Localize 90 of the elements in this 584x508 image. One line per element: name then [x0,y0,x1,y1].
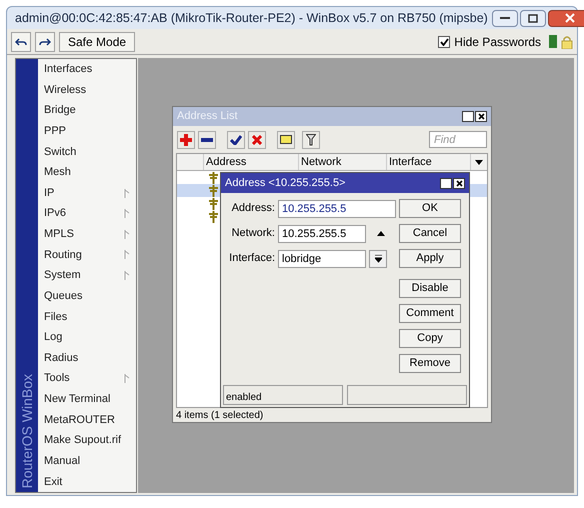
maximize-button[interactable] [520,10,546,26]
menu-item[interactable]: Manual [38,450,136,472]
address-icon [208,184,219,196]
remove-button[interactable] [198,130,216,148]
maximize-button[interactable] [462,111,474,122]
column-header[interactable]: Network [299,154,387,170]
menu-item[interactable]: Mesh [38,162,136,183]
minimize-button[interactable] [492,10,518,26]
field-label: Address: [230,201,275,216]
input-field[interactable]: 10.255.255.5 [278,200,396,218]
menu-item[interactable]: Interfaces [38,59,136,80]
address-icon [208,210,219,222]
dialog-button[interactable]: Disable [399,279,461,298]
dialog-button[interactable]: Cancel [399,224,461,243]
window-title: Address List [177,109,239,124]
safe-mode-button[interactable]: Safe Mode [59,32,136,52]
undo-icon [15,36,27,46]
minus-icon [201,138,213,142]
menu-item[interactable]: IP [38,182,136,204]
close-icon [478,113,484,120]
hide-passwords-label: Hide Passwords [454,34,541,50]
address-icon [208,172,219,184]
plus-icon [180,134,192,146]
comment-button[interactable] [277,130,295,148]
dialog-button[interactable]: Copy [399,329,461,348]
close-button[interactable] [453,178,465,188]
menu-item[interactable]: New Terminal [38,389,136,410]
menu-item[interactable]: Wireless [38,80,136,100]
close-icon [456,180,462,186]
close-button[interactable] [548,10,584,26]
menu-item[interactable]: Make Supout.rif [38,430,136,451]
maximize-button[interactable] [440,178,452,188]
enable-button[interactable] [227,130,245,148]
menu-item[interactable]: Tools [38,368,136,389]
menu-item[interactable]: Bridge [38,100,136,121]
menu-item[interactable]: Files [38,306,136,328]
submenu-arrow-icon [124,230,130,239]
add-button[interactable] [177,130,195,148]
brand-label: RouterOS WinBox [18,374,36,488]
submenu-arrow-icon [124,374,130,384]
menu-item[interactable]: MetaROUTER [38,410,136,430]
redo-button[interactable] [35,32,55,52]
menu-item[interactable]: Log [38,327,136,348]
status-field: enabled [223,385,343,405]
maximize-icon [528,14,538,22]
dialog-button[interactable]: Apply [399,249,461,268]
filter-icon [306,134,316,146]
menu-item[interactable]: MPLS [38,224,136,245]
menu-item[interactable]: Radius [38,348,136,368]
menu-item[interactable]: Queues [38,286,136,306]
menu-item[interactable]: Routing [38,244,136,266]
dropdown-button[interactable] [369,250,387,268]
menu-item[interactable]: PPP [38,120,136,142]
collapse-icon[interactable] [377,231,385,236]
close-button[interactable] [475,111,487,122]
menu-item[interactable]: IPv6 [38,203,136,224]
window-title: admin@00:0C:42:85:47:AB (MikroTik-Router-PE2) - WinBox v5.7 on RB750 (mipsbe) [15,10,488,27]
submenu-arrow-icon [124,188,130,198]
redo-icon [39,36,51,46]
column-header[interactable]: Address [204,154,299,170]
hide-passwords-checkbox[interactable] [438,36,450,48]
column-header[interactable]: Interface [387,154,471,170]
cross-icon [252,134,262,144]
field-label: Network: [230,226,275,242]
close-icon [564,13,575,23]
input-field[interactable]: lobridge [278,250,366,268]
input-field[interactable]: 10.255.255.5 [278,224,366,242]
menu-item[interactable]: System [38,265,136,286]
dropdown-icon [374,254,382,262]
dialog-button[interactable]: Comment [399,304,461,323]
submenu-arrow-icon [124,209,130,218]
minimize-icon [500,16,510,20]
undo-button[interactable] [11,32,31,52]
filter-button[interactable] [302,130,320,148]
note-icon [280,135,292,144]
menu-item[interactable]: Exit [38,472,136,492]
status-indicator-icon [549,35,557,48]
dialog-button[interactable]: OK [399,199,461,218]
submenu-arrow-icon [124,250,130,260]
dialog-button[interactable]: Remove [399,354,461,373]
disable-button[interactable] [248,130,266,148]
check-icon [230,134,242,144]
status-text: 4 items (1 selected) [175,409,264,422]
submenu-arrow-icon [124,271,130,280]
lock-icon [561,34,573,48]
dialog-title: Address <10.255.255.5> [225,176,346,191]
field-label: Interface: [228,251,275,266]
find-field[interactable]: Find [429,131,487,148]
address-icon [208,198,219,210]
menu-item[interactable]: Switch [38,142,136,162]
